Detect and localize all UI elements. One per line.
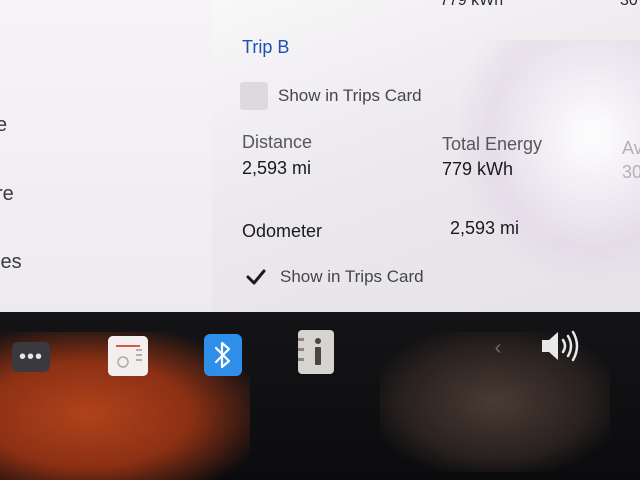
clipped-energy-value: 779 kWh <box>440 0 504 9</box>
sidebar-item[interactable]: e <box>0 114 7 137</box>
trip-b-checkbox[interactable] <box>240 82 268 110</box>
distance-label: Distance <box>242 132 313 152</box>
avg-value-partial: 30 <box>622 162 640 182</box>
distance-value: 2,593 mi <box>242 158 312 178</box>
odometer-checkbox-label: Show in Trips Card <box>280 267 424 286</box>
avg-label-partial: Av <box>622 138 640 158</box>
total-energy-label: Total Energy <box>442 134 543 154</box>
calendar-icon[interactable] <box>108 336 148 376</box>
total-energy-value: 779 kWh <box>442 159 514 179</box>
volume-icon[interactable] <box>538 326 582 366</box>
trip-b-show-in-trips-card[interactable]: Show in Trips Card <box>240 82 422 110</box>
bluetooth-icon[interactable] <box>204 334 242 376</box>
bottom-dock: ••• ‹ <box>0 312 640 480</box>
chevron-left-icon[interactable]: ‹ <box>490 336 506 360</box>
odometer-label: Odometer <box>242 221 323 241</box>
sidebar-item[interactable]: les <box>0 251 22 274</box>
sidebar-item[interactable]: re <box>0 183 14 206</box>
odometer-show-in-trips-card[interactable]: Show in Trips Card <box>242 263 424 291</box>
odometer-value: 2,593 mi <box>450 218 520 238</box>
notes-icon[interactable] <box>298 330 334 374</box>
odometer-checkbox[interactable] <box>242 263 270 291</box>
more-icon[interactable]: ••• <box>12 342 50 372</box>
trip-b-checkbox-label: Show in Trips Card <box>278 86 422 105</box>
checkmark-icon <box>246 269 266 285</box>
trip-stats-screen: e re les 779 kWh 30 Trip B Show in Trips… <box>0 0 640 312</box>
clipped-right-value: 30 <box>620 0 638 9</box>
trip-b-title: Trip B <box>242 37 290 57</box>
sidebar: e re les <box>0 0 212 312</box>
